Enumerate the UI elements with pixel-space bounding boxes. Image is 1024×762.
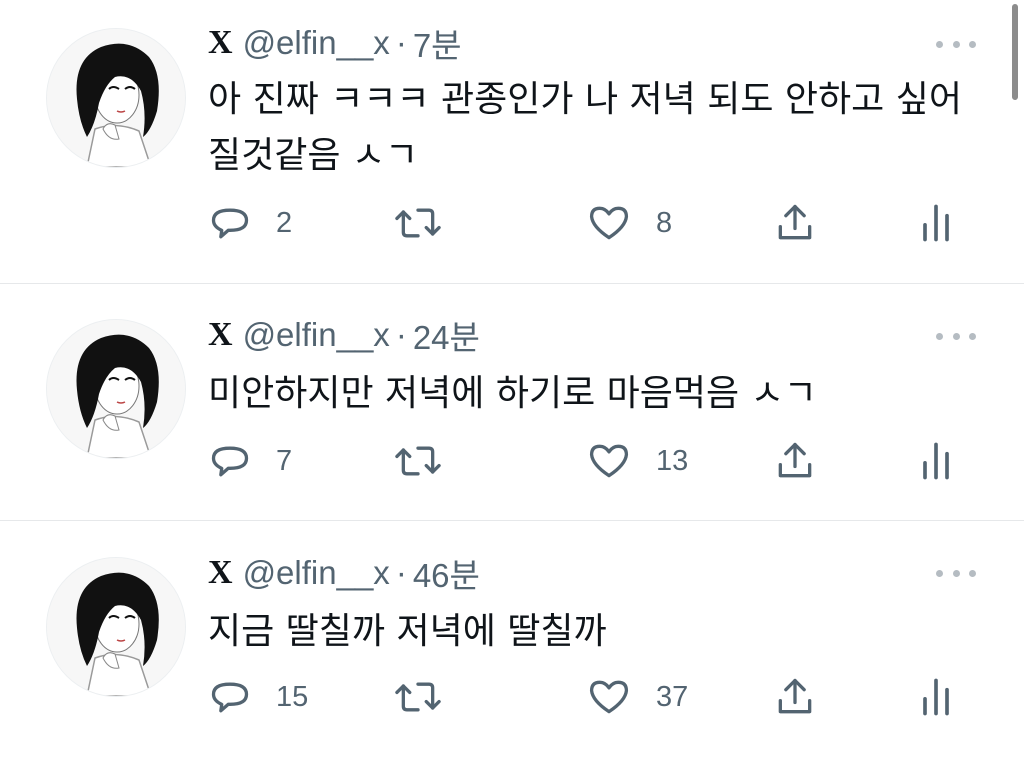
user-handle[interactable]: @elfin__x (243, 554, 390, 592)
views-button[interactable] (916, 436, 956, 486)
like-count: 37 (656, 680, 689, 713)
like-button[interactable]: 37 (586, 672, 688, 722)
avatar-image (47, 29, 185, 167)
avatar-image (47, 558, 185, 696)
tweet-header: X @elfin__x · 24분 (208, 314, 480, 356)
more-icon[interactable] (936, 330, 976, 342)
reply-button[interactable]: 15 (208, 672, 308, 722)
views-button[interactable] (916, 672, 956, 722)
views-icon (923, 204, 949, 242)
share-icon (778, 204, 812, 240)
tweet-text: 미안하지만 저녁에 하기로 마음먹음 ㅅㄱ (208, 373, 817, 414)
reply-icon (211, 446, 249, 477)
avatar[interactable] (46, 28, 186, 168)
avatar-image (47, 320, 185, 458)
reply-button[interactable]: 2 (208, 198, 292, 248)
retweet-button[interactable] (393, 672, 443, 722)
reply-icon (211, 208, 249, 239)
like-button[interactable]: 13 (586, 436, 688, 486)
like-icon (589, 680, 629, 714)
more-dot (936, 569, 943, 577)
separator-dot: · (395, 554, 407, 591)
scrollbar[interactable] (1012, 4, 1018, 100)
share-button[interactable] (773, 198, 817, 248)
display-name[interactable]: X (208, 316, 233, 354)
reply-icon (211, 682, 249, 713)
reply-count: 7 (276, 444, 293, 477)
reply-count: 15 (276, 680, 309, 713)
retweet-icon (395, 208, 441, 238)
more-icon[interactable] (936, 567, 976, 579)
views-icon (923, 678, 949, 716)
tweet-text: 지금 딸칠까 저녁에 딸칠까 (208, 611, 607, 652)
tweet-text: 아 진짜 ㅋㅋㅋ 관종인가 나 저녁 되도 안하고 싶어질것같음 ㅅㄱ (208, 79, 962, 176)
more-icon[interactable] (936, 38, 976, 50)
retweet-icon (395, 446, 441, 476)
more-dot (969, 569, 976, 577)
like-icon (589, 206, 629, 240)
tweet[interactable]: X @elfin__x · 46분 지금 딸칠까 저녁에 딸칠까 15 37 (0, 521, 1024, 762)
more-dot (936, 40, 943, 48)
user-handle[interactable]: @elfin__x (243, 24, 390, 62)
share-icon (778, 678, 812, 714)
share-icon (778, 442, 812, 478)
share-button[interactable] (773, 672, 817, 722)
tweet-actions: 15 37 (208, 672, 978, 722)
separator-dot: · (395, 316, 407, 353)
more-dot (969, 40, 976, 48)
views-icon (923, 442, 949, 480)
tweet-actions: 2 8 (208, 198, 978, 248)
more-dot (969, 332, 976, 340)
more-dot (952, 332, 960, 340)
like-button[interactable]: 8 (586, 198, 672, 248)
display-name[interactable]: X (208, 24, 233, 62)
tweet-actions: 7 13 (208, 436, 978, 486)
more-dot (952, 569, 960, 577)
reply-count: 2 (276, 206, 293, 239)
like-count: 13 (656, 444, 689, 477)
timestamp[interactable]: 46분 (413, 549, 480, 597)
tweet[interactable]: X @elfin__x · 24분 미안하지만 저녁에 하기로 마음먹음 ㅅㄱ … (0, 284, 1024, 520)
timestamp[interactable]: 7분 (413, 19, 462, 67)
more-dot (952, 40, 960, 48)
avatar[interactable] (46, 319, 186, 459)
timestamp[interactable]: 24분 (413, 311, 480, 359)
tweet[interactable]: X @elfin__x · 7분 아 진짜 ㅋㅋㅋ 관종인가 나 저녁 되도 안… (0, 0, 1024, 283)
more-dot (936, 332, 943, 340)
reply-button[interactable]: 7 (208, 436, 292, 486)
like-icon (589, 444, 629, 478)
like-count: 8 (656, 206, 673, 239)
tweet-header: X @elfin__x · 7분 (208, 22, 462, 64)
separator-dot: · (395, 24, 407, 61)
tweet-header: X @elfin__x · 46분 (208, 552, 480, 594)
views-button[interactable] (916, 198, 956, 248)
avatar[interactable] (46, 557, 186, 697)
user-handle[interactable]: @elfin__x (243, 316, 390, 354)
display-name[interactable]: X (208, 554, 233, 592)
tweet-feed: X @elfin__x · 7분 아 진짜 ㅋㅋㅋ 관종인가 나 저녁 되도 안… (0, 0, 1024, 762)
retweet-button[interactable] (393, 198, 443, 248)
retweet-button[interactable] (393, 436, 443, 486)
share-button[interactable] (773, 436, 817, 486)
retweet-icon (395, 682, 441, 712)
